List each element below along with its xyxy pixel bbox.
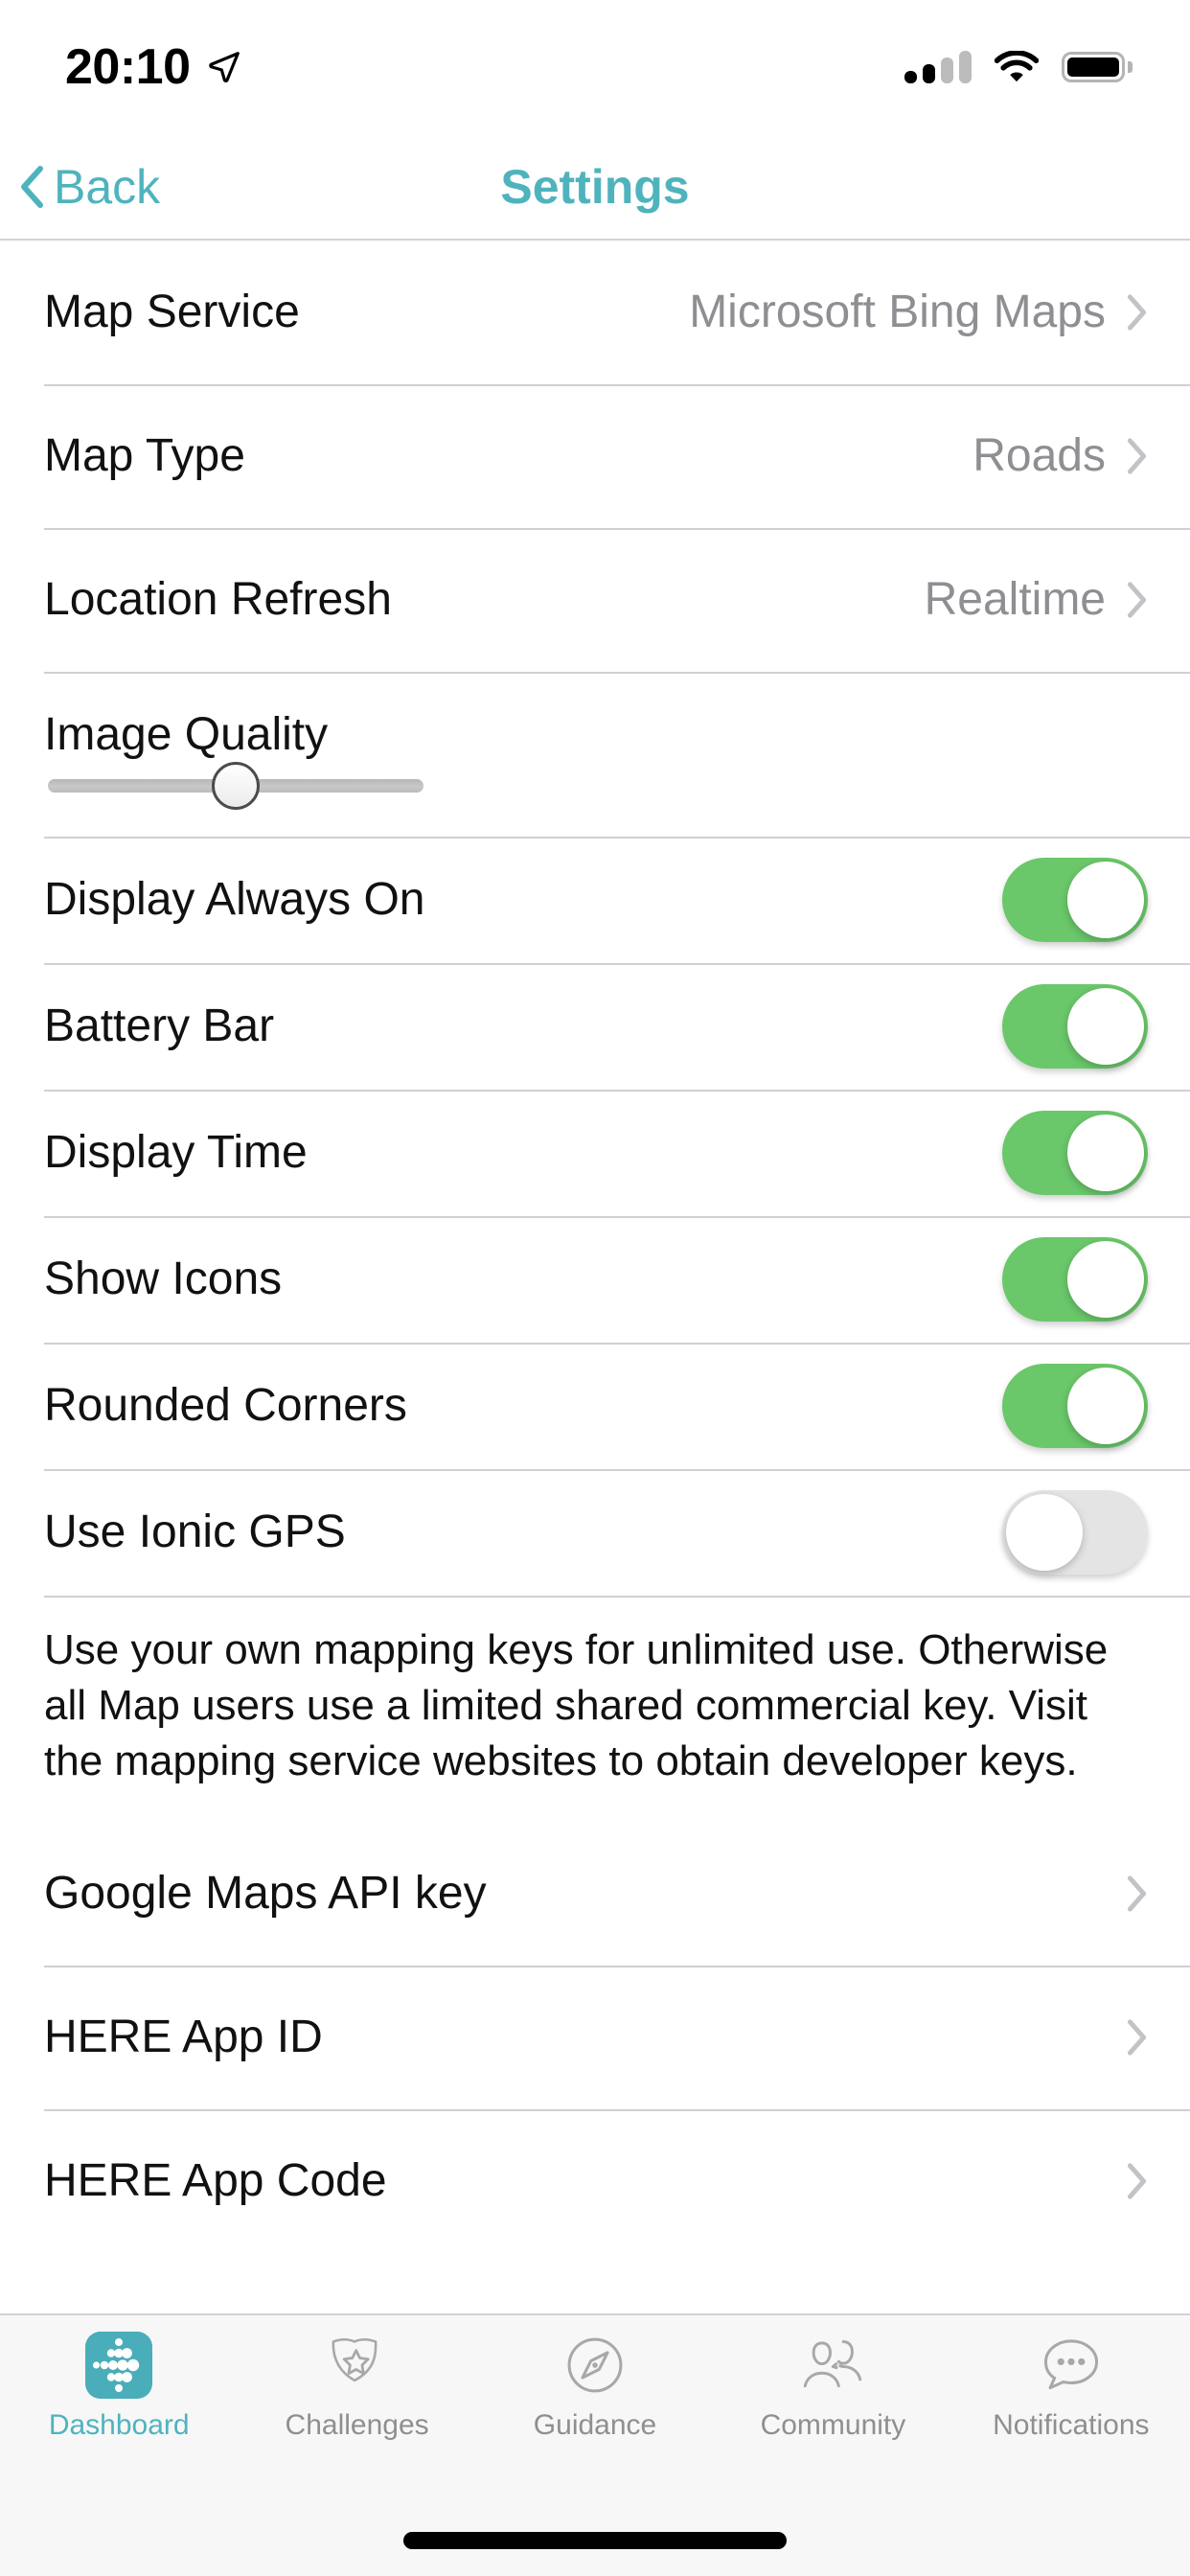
tab-community[interactable]: Community [714, 2331, 951, 2488]
toggle-knob [1006, 1494, 1083, 1571]
shield-star-icon [323, 2331, 392, 2400]
wifi-icon [995, 51, 1039, 83]
settings-row-rounded-corners[interactable]: Rounded Corners [0, 1343, 1190, 1469]
toggle-knob [1067, 988, 1144, 1065]
row-label: HERE App Code [44, 2158, 387, 2204]
show-icons-toggle[interactable] [1002, 1237, 1148, 1322]
toggle-knob [1067, 1115, 1144, 1191]
phone-screen: 20:10 Back Se [0, 0, 1190, 2576]
settings-row-image-quality[interactable]: Image Quality [0, 672, 1190, 837]
row-value: Roads [973, 433, 1106, 479]
row-label: Map Type [44, 433, 245, 479]
tab-guidance[interactable]: Guidance [476, 2331, 714, 2488]
tab-label: Notifications [993, 2411, 1149, 2440]
people-icon [798, 2331, 867, 2400]
display-time-toggle[interactable] [1002, 1111, 1148, 1195]
navigation-bar: Back Settings [0, 134, 1190, 240]
settings-row-google-maps-api-key[interactable]: Google Maps API key [0, 1822, 1190, 1966]
settings-row-location-refresh[interactable]: Location Refresh Realtime [0, 528, 1190, 672]
status-bar: 20:10 [0, 0, 1190, 134]
cellular-signal-icon [904, 51, 972, 83]
row-label: Show Icons [44, 1256, 282, 1302]
settings-row-display-always-on[interactable]: Display Always On [0, 837, 1190, 963]
tab-label: Guidance [534, 2411, 656, 2440]
settings-list: Map Service Microsoft Bing Maps Map Type… [0, 241, 1190, 2253]
display-always-on-toggle[interactable] [1002, 858, 1148, 942]
toggle-knob [1067, 862, 1144, 938]
home-indicator-bar[interactable] [403, 2532, 787, 2549]
chat-bubble-dots-icon [1037, 2331, 1106, 2400]
location-arrow-icon [206, 49, 242, 85]
mapping-keys-note: Use your own mapping keys for unlimited … [0, 1596, 1190, 1822]
image-quality-slider[interactable] [48, 779, 423, 793]
row-label: Use Ionic GPS [44, 1509, 346, 1555]
row-label: Battery Bar [44, 1003, 274, 1049]
row-label: Display Time [44, 1130, 308, 1176]
compass-icon [561, 2331, 629, 2400]
chevron-right-icon [1127, 2163, 1148, 2199]
status-bar-right [904, 51, 1133, 83]
tab-label: Challenges [286, 2411, 429, 2440]
rounded-corners-toggle[interactable] [1002, 1364, 1148, 1448]
settings-row-map-service[interactable]: Map Service Microsoft Bing Maps [0, 241, 1190, 384]
row-label: HERE App ID [44, 2014, 323, 2060]
chevron-right-icon [1127, 1875, 1148, 1912]
settings-row-here-app-code[interactable]: HERE App Code [0, 2109, 1190, 2253]
battery-full-icon [1062, 52, 1133, 82]
status-bar-clock: 20:10 [65, 42, 191, 92]
settings-row-show-icons[interactable]: Show Icons [0, 1216, 1190, 1343]
note-text: Use your own mapping keys for unlimited … [44, 1622, 1140, 1789]
chevron-right-icon [1127, 582, 1148, 618]
row-value: Microsoft Bing Maps [689, 289, 1106, 335]
row-label: Location Refresh [44, 577, 392, 623]
status-bar-left: 20:10 [65, 42, 242, 92]
settings-row-display-time[interactable]: Display Time [0, 1090, 1190, 1216]
chevron-right-icon [1127, 438, 1148, 474]
tab-label: Community [761, 2411, 906, 2440]
settings-row-here-app-id[interactable]: HERE App ID [0, 1966, 1190, 2109]
tab-label: Dashboard [49, 2411, 190, 2440]
toggle-knob [1067, 1241, 1144, 1318]
chevron-right-icon [1127, 294, 1148, 331]
tab-bar: Dashboard Challenges [0, 2313, 1190, 2576]
tab-challenges[interactable]: Challenges [238, 2331, 475, 2488]
row-label: Map Service [44, 289, 300, 335]
toggle-knob [1067, 1368, 1144, 1444]
battery-bar-toggle[interactable] [1002, 984, 1148, 1069]
tab-dashboard[interactable]: Dashboard [0, 2331, 238, 2488]
settings-row-use-ionic-gps[interactable]: Use Ionic GPS [0, 1469, 1190, 1596]
fitbit-logo-icon [84, 2331, 153, 2400]
slider-thumb[interactable] [212, 762, 260, 810]
settings-row-map-type[interactable]: Map Type Roads [0, 384, 1190, 528]
chevron-right-icon [1127, 2019, 1148, 2056]
row-value: Realtime [925, 577, 1106, 623]
page-title: Settings [0, 163, 1190, 211]
row-label: Google Maps API key [44, 1871, 487, 1917]
row-label: Image Quality [44, 712, 328, 758]
settings-row-battery-bar[interactable]: Battery Bar [0, 963, 1190, 1090]
tab-notifications[interactable]: Notifications [952, 2331, 1190, 2488]
use-ionic-gps-toggle[interactable] [1002, 1490, 1148, 1575]
row-label: Display Always On [44, 877, 424, 923]
row-label: Rounded Corners [44, 1383, 407, 1429]
